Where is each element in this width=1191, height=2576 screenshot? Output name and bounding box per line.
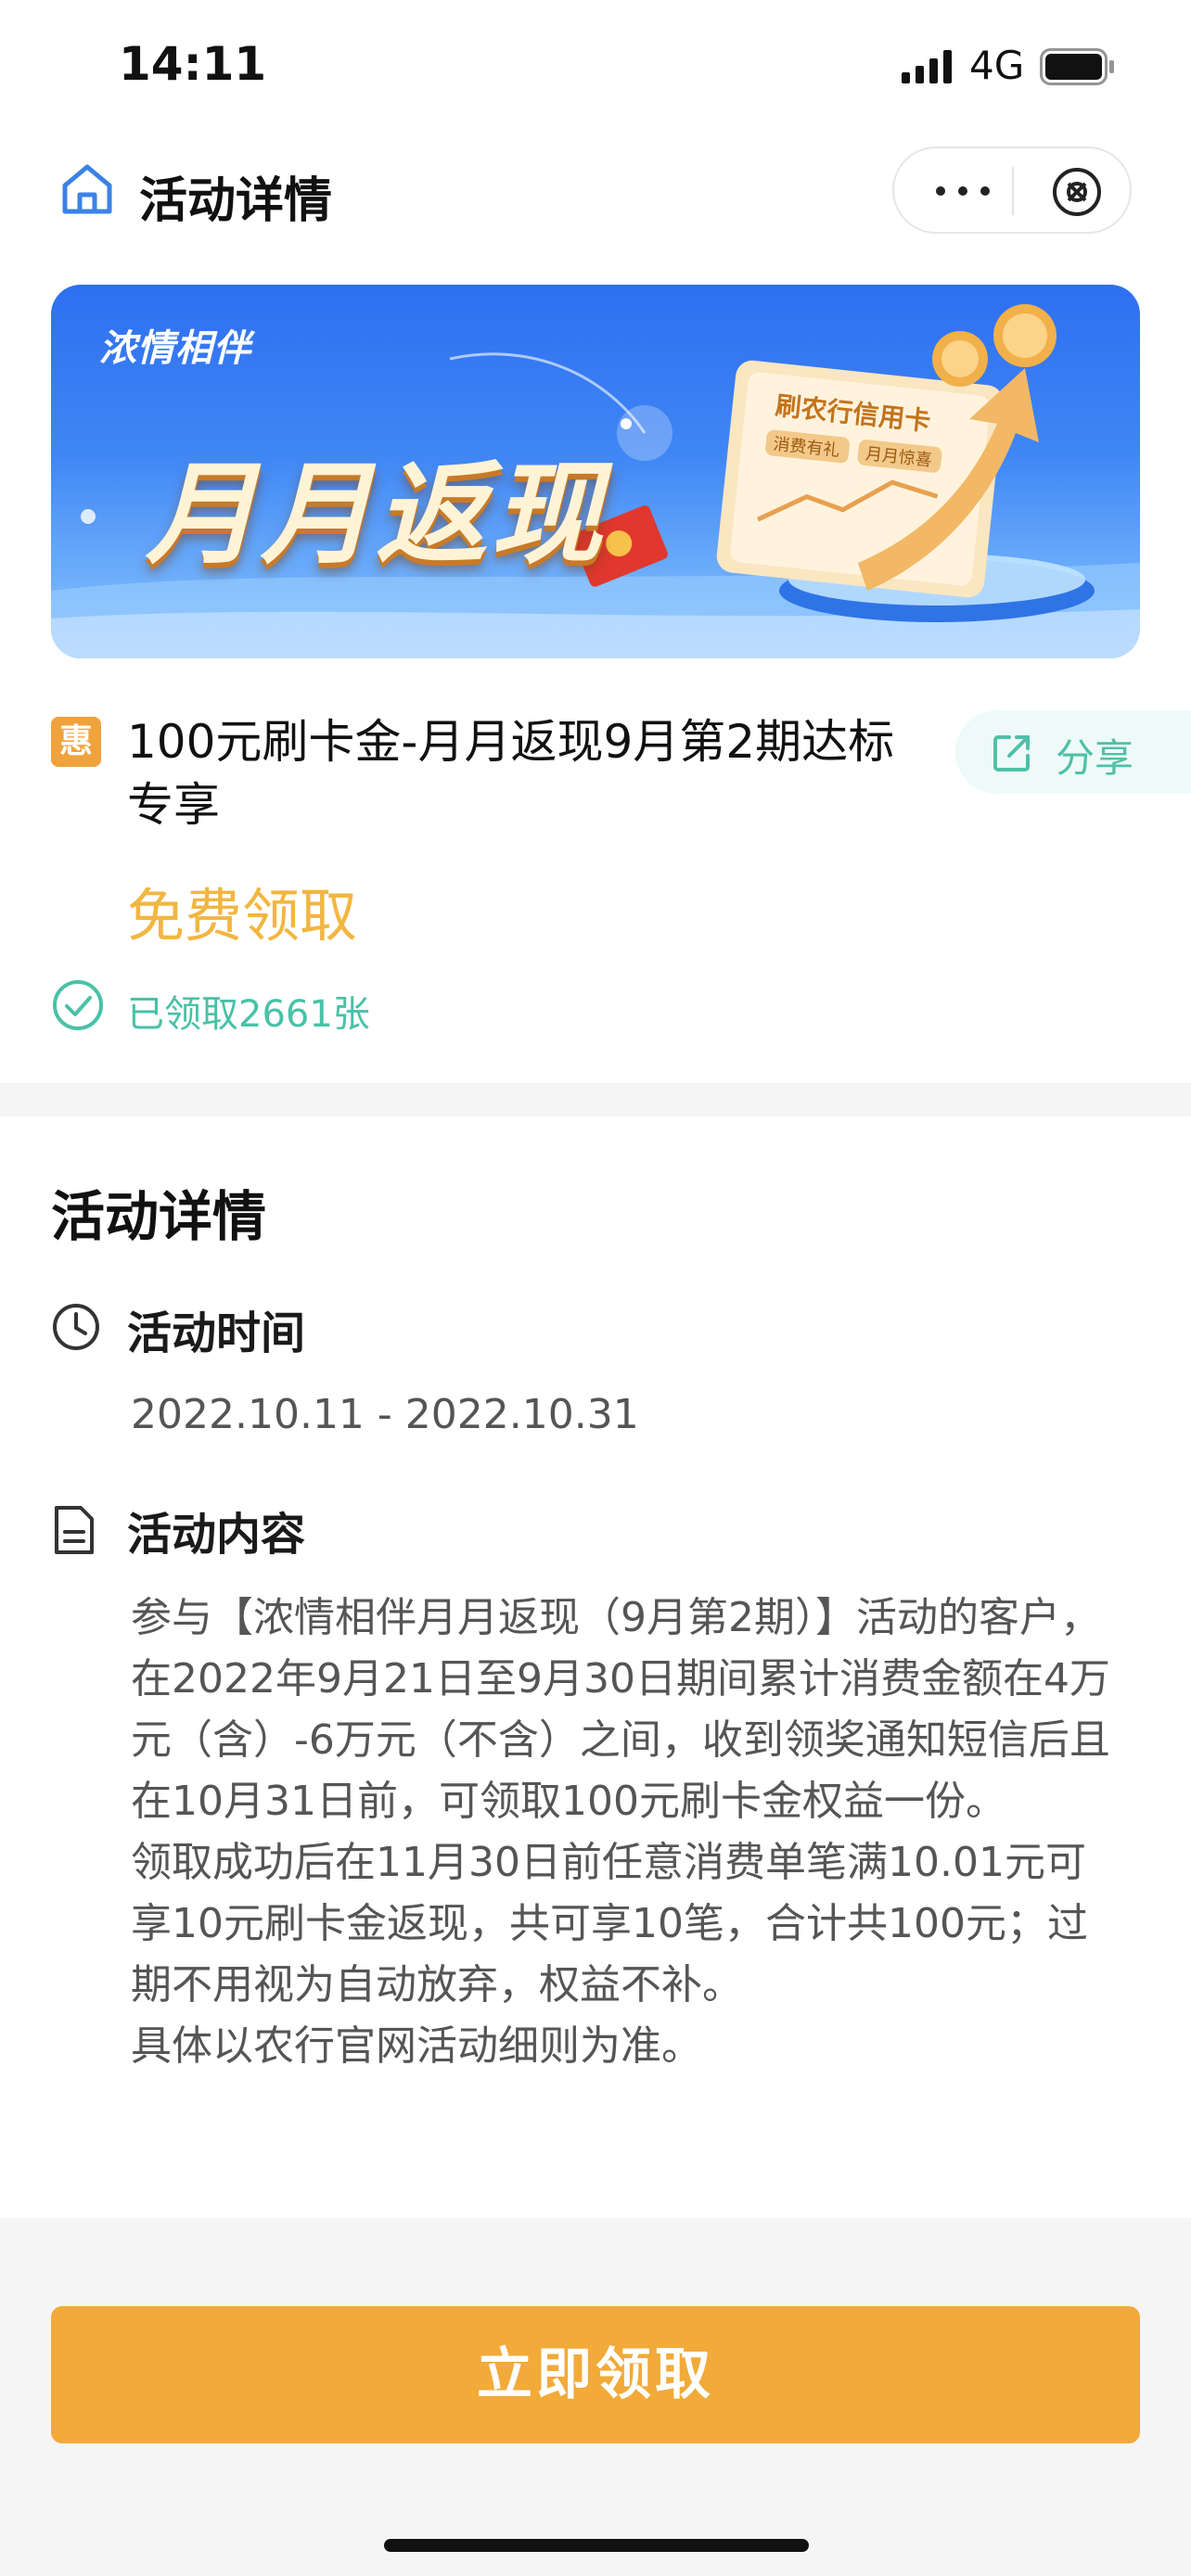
close-icon[interactable]: [1050, 165, 1104, 219]
signal-icon: [902, 50, 952, 83]
time-label: 活动时间: [127, 1307, 306, 1359]
share-icon: [993, 735, 1030, 772]
product-title: 100元刷卡金-月月返现9月第2期达标专享: [127, 715, 895, 832]
battery-icon: [1040, 48, 1114, 85]
status-bar: 14:11 4G: [0, 0, 1191, 130]
share-label: 分享: [1056, 735, 1134, 781]
document-icon: [55, 1506, 94, 1554]
discount-badge: 惠: [51, 717, 101, 767]
check-circle-icon: [53, 980, 103, 1030]
content-text: 参与【浓情相伴月月返现（9月第2期）】活动的客户，在2022年9月21日至9月3…: [131, 1594, 1110, 2070]
price-text: 免费领取: [127, 882, 358, 950]
banner-title: 月月返现: [146, 451, 606, 580]
network-type: 4G: [969, 43, 1025, 88]
time-value: 2022.10.11 - 2022.10.31: [131, 1391, 639, 1438]
more-icon[interactable]: [929, 174, 996, 208]
capsule-divider: [1012, 167, 1014, 215]
home-icon[interactable]: [58, 159, 117, 219]
section-title: 活动详情: [51, 1185, 267, 1248]
status-time: 14:11: [119, 37, 267, 91]
clock-icon: [53, 1304, 99, 1350]
claimed-count: 已领取2661张: [127, 993, 370, 1036]
banner-brand: 浓情相伴: [99, 327, 251, 370]
share-button[interactable]: 分享: [955, 710, 1191, 794]
promo-banner: 刷农行信用卡 消费有礼 月月惊喜 浓情相伴 月月返现: [51, 285, 1140, 658]
nav-bar: 活动详情: [0, 137, 1191, 249]
home-indicator[interactable]: [384, 2539, 809, 2552]
section-divider: [0, 1083, 1191, 1116]
claim-now-button[interactable]: 立即领取: [51, 2306, 1140, 2443]
content-label: 活动内容: [127, 1509, 306, 1561]
page-title: 活动详情: [139, 173, 333, 229]
miniapp-capsule: [892, 147, 1132, 234]
